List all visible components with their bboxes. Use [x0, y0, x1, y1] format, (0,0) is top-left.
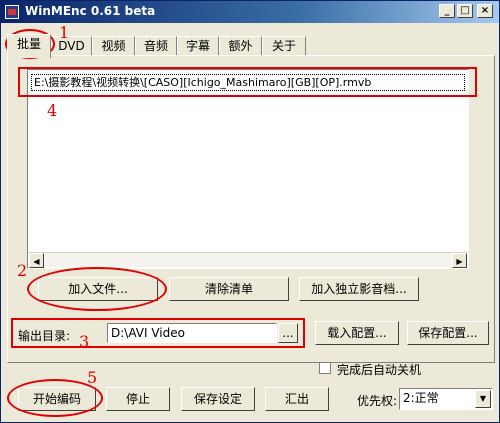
tab-batch[interactable]: 批量: [7, 34, 51, 58]
priority-value: 2:正常: [403, 391, 439, 405]
clear-list-button[interactable]: 清除清单: [169, 277, 289, 301]
scroll-left-icon[interactable]: ◀: [29, 253, 44, 268]
tab-video[interactable]: 视频: [92, 36, 135, 56]
horizontal-scrollbar[interactable]: ◀ ▶: [29, 252, 467, 268]
shutdown-checkbox[interactable]: [319, 362, 331, 374]
title-bar[interactable]: WinMEnc 0.61 beta _ □ ×: [1, 1, 499, 23]
output-dir-field[interactable]: D:\AVI Video: [107, 323, 277, 343]
tab-extra[interactable]: 额外: [219, 36, 262, 56]
scroll-right-icon[interactable]: ▶: [452, 253, 467, 268]
output-dir-label: 输出目录:: [18, 329, 71, 343]
load-config-button[interactable]: 载入配置...: [315, 321, 399, 345]
chevron-down-icon[interactable]: ▼: [475, 390, 491, 408]
annotation-number-5: 5: [87, 368, 98, 387]
file-list[interactable]: E:\摄影教程\视频转换\[CASO][Ichigo_Mashimaro][GB…: [27, 69, 469, 269]
list-item[interactable]: E:\摄影教程\视频转换\[CASO][Ichigo_Mashimaro][GB…: [31, 74, 465, 91]
add-separate-av-button[interactable]: 加入独立影音档...: [299, 277, 419, 301]
export-button[interactable]: 汇出: [265, 387, 329, 411]
close-button[interactable]: ×: [477, 4, 493, 18]
add-file-button[interactable]: 加入文件...: [38, 277, 158, 301]
minimize-button[interactable]: _: [439, 4, 455, 18]
shutdown-label: 完成后自动关机: [337, 363, 422, 377]
tab-audio[interactable]: 音频: [135, 36, 177, 56]
stop-button[interactable]: 停止: [106, 387, 170, 411]
annotation-number-1: 1: [59, 23, 70, 42]
tab-subtitle[interactable]: 字幕: [177, 36, 219, 56]
save-config-button[interactable]: 保存配置...: [407, 321, 489, 345]
window-title: WinMEnc 0.61 beta: [25, 4, 156, 18]
save-settings-button[interactable]: 保存设定: [181, 387, 255, 411]
tab-about[interactable]: 关于: [262, 36, 306, 56]
annotation-number-2: 2: [17, 261, 28, 280]
browse-button[interactable]: ...: [278, 323, 298, 343]
start-encode-button[interactable]: 开始编码: [18, 387, 96, 411]
priority-label: 优先权:: [357, 394, 398, 408]
priority-select[interactable]: 2:正常 ▼: [399, 388, 493, 410]
tab-dvd[interactable]: DVD: [51, 36, 92, 56]
annotation-number-4: 4: [47, 101, 58, 120]
annotation-number-3: 3: [79, 332, 90, 351]
main-window: WinMEnc 0.61 beta _ □ × 批量 DVD 视频 音频 字幕 …: [0, 0, 500, 423]
app-icon: [5, 5, 19, 19]
maximize-button[interactable]: □: [457, 4, 473, 18]
